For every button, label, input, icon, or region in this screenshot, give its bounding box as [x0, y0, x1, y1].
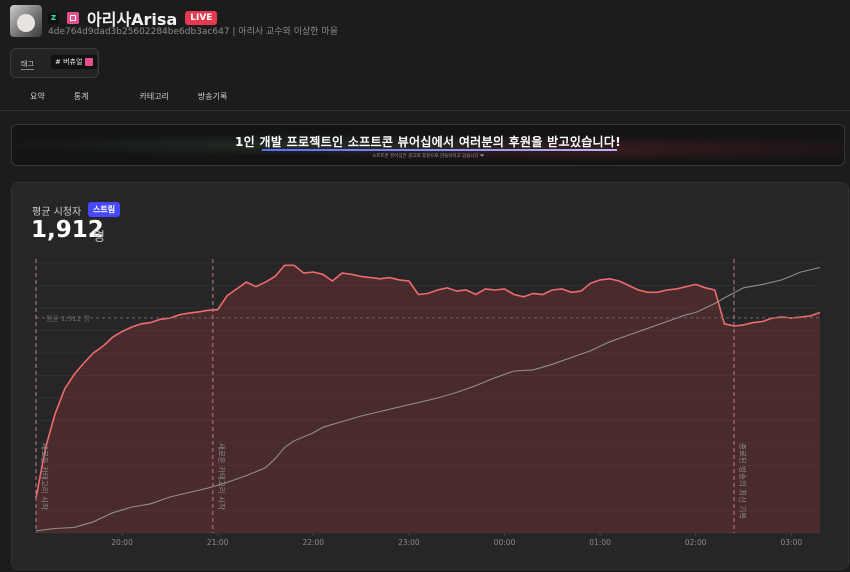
tag-chip-label: # 버츄얼 — [55, 58, 83, 66]
channel-id-line: 4de764d9dad3b25602284be6db3ac647 | 아리사 교… — [48, 27, 338, 37]
x-tick-label: 03:00 — [781, 538, 803, 547]
viewer-line-chart[interactable]: 평균 1,912 명새로운 카테고리 시작 새로운 카테고리 시작 종료된 방송의 … — [12, 183, 848, 569]
x-tick-label: 00:00 — [494, 538, 516, 547]
x-tick-label: 22:00 — [302, 538, 324, 547]
viewer-stats-card: 평균 시청자 스트림 1,912 명 평균 1,912 명 새로운 카테고리 시작… — [11, 182, 849, 570]
tags-label: 태그 — [21, 60, 34, 70]
banner-title: 1인 개발 프로젝트인 소프트콘 뷰어십에서 여러분의 후원을 받고있습니다! — [235, 135, 621, 149]
banner-underline — [262, 149, 617, 151]
vtuber-icon — [67, 12, 79, 24]
series-area-0 — [36, 265, 820, 533]
platform-icon: z — [48, 12, 59, 24]
x-tick-label: 02:00 — [685, 538, 707, 547]
tags-box: 태그 # 버츄얼 — [10, 48, 99, 78]
x-tick-label: 01:00 — [589, 538, 611, 547]
tag-chip[interactable]: # 버츄얼 — [51, 55, 98, 69]
tab-category[interactable]: 카테고리 — [139, 88, 168, 105]
vtuber-icon — [85, 58, 94, 66]
tab-broadcast-history[interactable]: 방송기록 — [198, 88, 227, 105]
marker-label-0: 새로운 카테고리 시작 — [40, 443, 50, 510]
marker-label-2: 종료된 방송의 최신 기록 — [738, 443, 748, 519]
marker-label-1: 새로운 카테고리 시작 — [217, 443, 227, 510]
tab-divider — [0, 110, 850, 111]
x-tick-label: 21:00 — [207, 538, 229, 547]
live-badge: LIVE — [185, 11, 218, 25]
tab-bar: 요약 통계 카테고리 방송기록 — [10, 88, 227, 105]
support-banner[interactable]: 1인 개발 프로젝트인 소프트콘 뷰어십에서 여러분의 후원을 받고있습니다! … — [11, 124, 845, 166]
channel-avatar — [10, 5, 42, 37]
x-tick-label: 23:00 — [398, 538, 420, 547]
average-label: 평균 1,912 명 — [46, 314, 90, 323]
tab-stats[interactable]: 통계 — [74, 88, 89, 105]
banner-subtitle: 소프트콘 뷰어십은 광고와 후원으로 만들어지고 있습니다 ❤ — [372, 154, 484, 159]
tab-summary[interactable]: 요약 — [30, 88, 45, 105]
x-tick-label: 20:00 — [111, 538, 133, 547]
